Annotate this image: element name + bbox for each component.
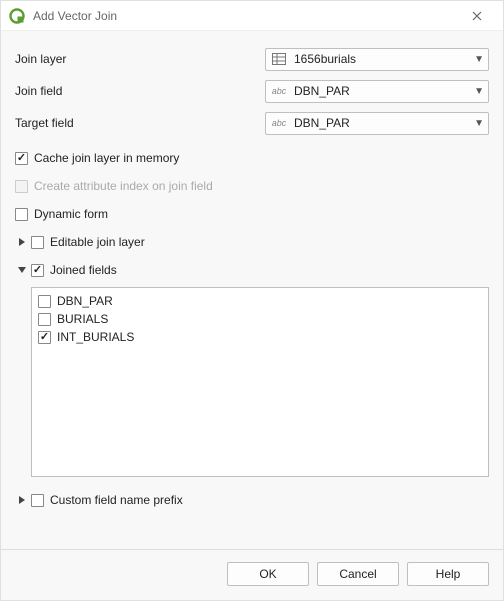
join-layer-label: Join layer — [15, 52, 265, 66]
table-icon — [270, 52, 288, 66]
editable-checkbox[interactable] — [31, 236, 44, 249]
join-field-label: Join field — [15, 84, 265, 98]
create-index-checkbox — [15, 180, 28, 193]
chevron-down-icon: ▼ — [474, 86, 484, 97]
dynamic-form-checkbox[interactable] — [15, 208, 28, 221]
dialog-footer: OK Cancel Help — [1, 549, 503, 600]
dialog-body: Join layer 1656burials ▼ — [1, 31, 503, 549]
joined-fields-list[interactable]: DBN_PAR BURIALS INT_BURIALS — [31, 287, 489, 477]
joined-fields-expander[interactable] — [15, 263, 29, 277]
target-field-value: DBN_PAR — [294, 116, 474, 130]
joined-fields-checkbox[interactable] — [31, 264, 44, 277]
join-layer-combo[interactable]: 1656burials ▼ — [265, 48, 489, 71]
cache-label: Cache join layer in memory — [34, 151, 179, 165]
list-item[interactable]: INT_BURIALS — [38, 328, 482, 346]
window-title: Add Vector Join — [33, 9, 459, 23]
close-button[interactable] — [459, 2, 495, 30]
text-field-icon: abc — [270, 116, 288, 130]
joined-fields-label: Joined fields — [50, 263, 117, 277]
create-index-label: Create attribute index on join field — [34, 179, 213, 193]
editable-expander[interactable] — [15, 235, 29, 249]
text-field-icon: abc — [270, 84, 288, 98]
list-item[interactable]: BURIALS — [38, 310, 482, 328]
target-field-label: Target field — [15, 116, 265, 130]
help-button[interactable]: Help — [407, 562, 489, 586]
join-field-combo[interactable]: abc DBN_PAR ▼ — [265, 80, 489, 103]
field-name: BURIALS — [57, 312, 108, 326]
join-layer-value: 1656burials — [294, 52, 474, 66]
field-checkbox[interactable] — [38, 331, 51, 344]
cache-checkbox[interactable] — [15, 152, 28, 165]
editable-label: Editable join layer — [50, 235, 145, 249]
ok-button[interactable]: OK — [227, 562, 309, 586]
chevron-down-icon: ▼ — [474, 54, 484, 65]
prefix-label: Custom field name prefix — [50, 493, 183, 507]
list-item[interactable]: DBN_PAR — [38, 292, 482, 310]
qgis-logo-icon — [9, 8, 25, 24]
cancel-button[interactable]: Cancel — [317, 562, 399, 586]
field-checkbox[interactable] — [38, 295, 51, 308]
titlebar: Add Vector Join — [1, 1, 503, 31]
chevron-down-icon: ▼ — [474, 118, 484, 129]
dialog-add-vector-join: Add Vector Join Join layer 165 — [0, 0, 504, 601]
dynamic-form-label: Dynamic form — [34, 207, 108, 221]
prefix-expander[interactable] — [15, 493, 29, 507]
field-name: DBN_PAR — [57, 294, 113, 308]
target-field-combo[interactable]: abc DBN_PAR ▼ — [265, 112, 489, 135]
prefix-checkbox[interactable] — [31, 494, 44, 507]
field-checkbox[interactable] — [38, 313, 51, 326]
join-field-value: DBN_PAR — [294, 84, 474, 98]
field-name: INT_BURIALS — [57, 330, 134, 344]
